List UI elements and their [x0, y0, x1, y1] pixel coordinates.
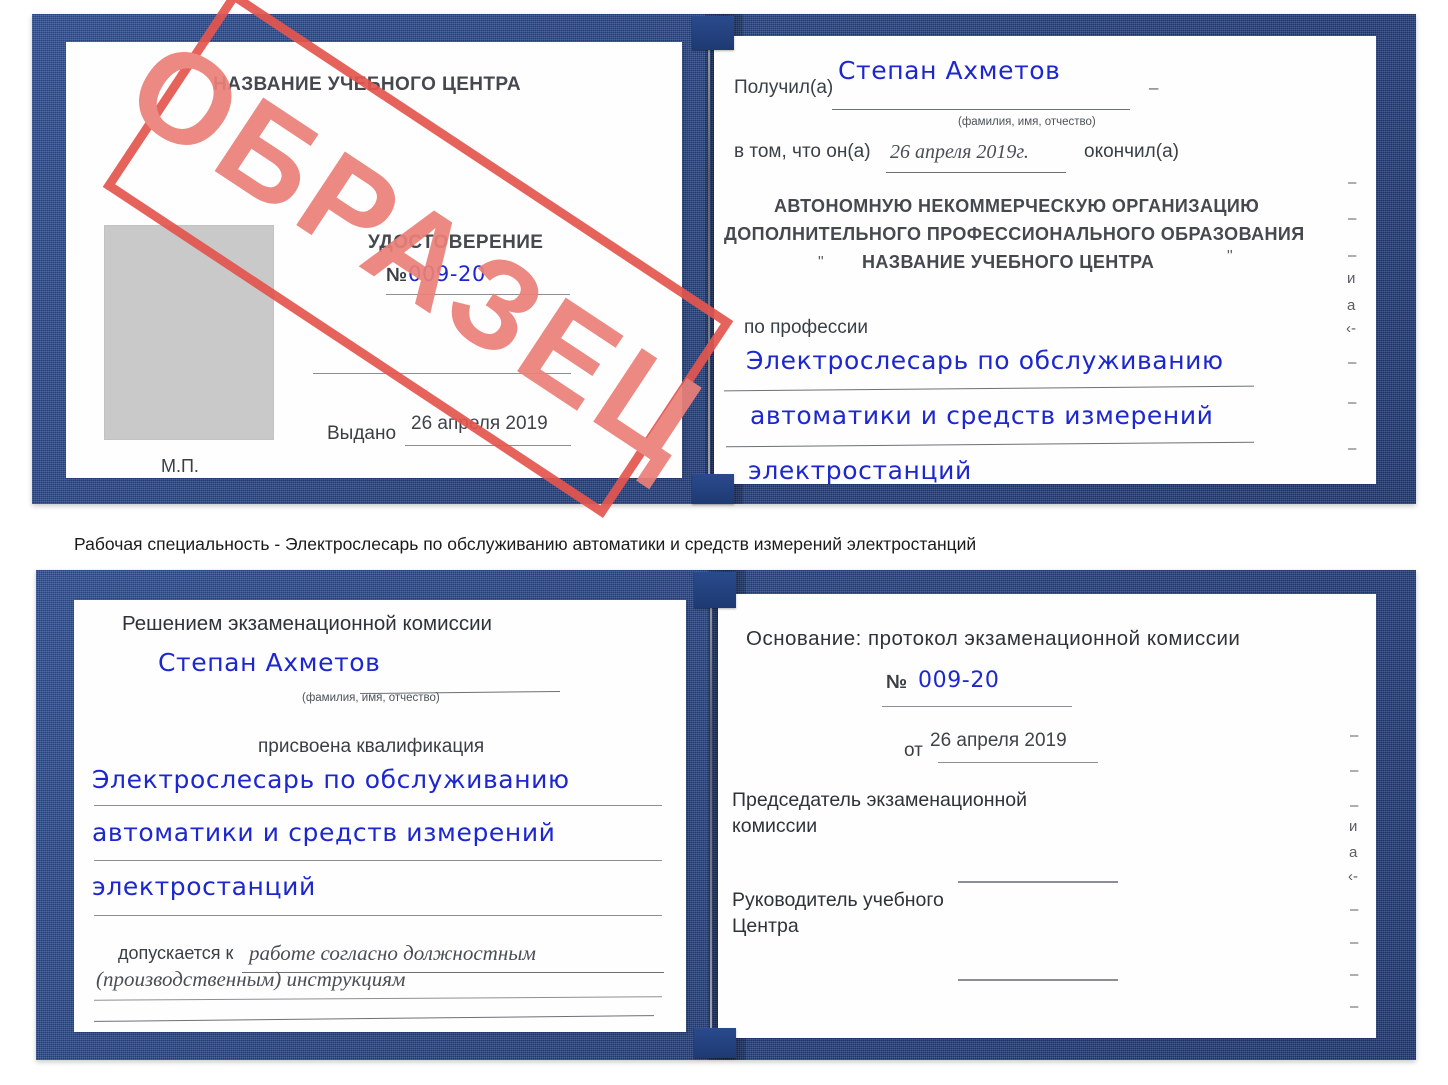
finished-label: окончил(а) — [1084, 141, 1179, 162]
margin-mark-8: – — [1348, 394, 1357, 411]
bottom-margin-mark-3: – — [1350, 797, 1359, 814]
training-center-name-top-left: НАЗВАНИЕ УЧЕБНОГО ЦЕНТРА — [213, 74, 521, 95]
margin-mark-2: – — [1348, 210, 1357, 227]
margin-mark-3: – — [1348, 247, 1357, 264]
head-line-1: Руководитель учебного — [732, 889, 944, 911]
org-line-2: ДОПОЛНИТЕЛЬНОГО ПРОФЕССИОНАЛЬНОГО ОБРАЗО… — [724, 224, 1305, 244]
qualification-rule-3 — [94, 915, 662, 916]
protocol-number-label: № — [886, 672, 908, 693]
bottom-margin-mark-5: а — [1349, 844, 1358, 861]
admitted-value-line-1: работе согласно должностным — [249, 941, 536, 965]
bottom-margin-mark-8: – — [1350, 934, 1359, 951]
head-signature-rule — [958, 979, 1118, 981]
margin-mark-6: ‹- — [1346, 320, 1356, 337]
issued-rule — [405, 445, 571, 446]
chairman-line-1: Председатель экзаменационной — [732, 789, 1028, 811]
profession-line-2: автоматики и средств измерений — [750, 401, 1214, 430]
fio-hint-top: (фамилия, имя, отчество) — [958, 116, 1096, 128]
org-quote-open: " — [818, 254, 824, 271]
margin-dash-received: – — [1149, 78, 1159, 97]
profession-line-1: Электрослесарь по обслуживанию — [746, 346, 1224, 375]
issued-label: Выдано — [327, 423, 397, 444]
qualification-line-1: Электрослесарь по обслуживанию — [92, 765, 570, 794]
bottom-margin-mark-9: – — [1350, 966, 1359, 983]
bottom-margin-mark-2: – — [1350, 762, 1359, 779]
bottom-margin-mark-4: и — [1349, 818, 1358, 835]
admitted-rule-2 — [94, 996, 662, 1001]
received-name-value: Степан Ахметов — [838, 56, 1061, 85]
bottom-spine-tab-lower — [694, 1028, 736, 1058]
blank-rule-top-left — [313, 373, 571, 374]
bottom-margin-mark-7: – — [1350, 901, 1359, 918]
screenshot-root: НАЗВАНИЕ УЧЕБНОГО ЦЕНТРА УДОСТОВЕРЕНИЕ №… — [0, 0, 1448, 1085]
bottom-margin-mark-6: ‹- — [1348, 868, 1358, 885]
margin-mark-1: – — [1348, 174, 1357, 191]
qualification-line-2: автоматики и средств измерений — [92, 818, 556, 847]
protocol-date-rule — [938, 762, 1098, 763]
chairman-signature-rule — [958, 881, 1118, 883]
admitted-rule-3 — [94, 1015, 654, 1022]
head-line-2: Центра — [732, 915, 799, 937]
document-title-udostoverenie: УДОСТОВЕРЕНИЕ — [368, 232, 544, 253]
protocol-number-value: 009-20 — [918, 668, 1000, 693]
profession-rule-1 — [724, 385, 1254, 392]
qualification-rule-1 — [94, 805, 662, 806]
number-label-top-left: № — [386, 265, 408, 286]
profession-label: по профессии — [744, 317, 868, 338]
top-spine-tab-upper — [692, 16, 734, 50]
qualification-rule-2 — [94, 860, 662, 861]
received-rule — [832, 109, 1130, 110]
admitted-label: допускается к — [118, 943, 234, 963]
margin-mark-7: – — [1348, 354, 1357, 371]
photo-placeholder — [104, 225, 274, 440]
page-caption: Рабочая специальность - Электрослесарь п… — [74, 534, 977, 554]
admitted-value-line-2: (производственным) инструкциям — [96, 967, 406, 991]
protocol-date-value: 26 апреля 2019 — [930, 730, 1067, 751]
completion-date-rule — [886, 172, 1066, 173]
seal-label-mp: М.П. — [161, 456, 199, 476]
org-line-3: НАЗВАНИЕ УЧЕБНОГО ЦЕНТРА — [862, 252, 1155, 272]
protocol-number-rule — [882, 706, 1072, 707]
issued-date-value: 26 апреля 2019 — [411, 413, 548, 434]
bottom-margin-mark-10: – — [1350, 998, 1359, 1015]
qualification-label: присвоена квалификация — [258, 736, 485, 757]
top-right-page: Получил(а) Степан Ахметов (фамилия, имя,… — [714, 36, 1376, 484]
that-he-label: в том, что он(а) — [734, 141, 871, 162]
bottom-left-page: Решением экзаменационной комиссии Степан… — [74, 600, 686, 1032]
qualification-line-3: электростанций — [92, 872, 316, 901]
bottom-right-page: Основание: протокол экзаменационной коми… — [718, 594, 1376, 1038]
chairman-line-2: комиссии — [732, 815, 818, 837]
bottom-name-value: Степан Ахметов — [158, 648, 381, 677]
decision-label: Решением экзаменационной комиссии — [122, 612, 492, 635]
top-left-page: НАЗВАНИЕ УЧЕБНОГО ЦЕНТРА УДОСТОВЕРЕНИЕ №… — [66, 42, 682, 478]
profession-line-3: электростанций — [748, 456, 972, 484]
received-label: Получил(а) — [734, 77, 834, 98]
number-rule-top-left — [386, 294, 570, 295]
protocol-date-label: от — [904, 740, 923, 761]
fio-hint-bottom: (фамилия, имя, отчество) — [302, 692, 440, 704]
bottom-spine-tab-upper — [694, 572, 736, 608]
number-value-top-left: 009-20 — [408, 262, 486, 286]
org-line-1: АВТОНОМНУЮ НЕКОММЕРЧЕСКУЮ ОРГАНИЗАЦИЮ — [774, 196, 1260, 216]
bottom-margin-mark-1: – — [1350, 727, 1359, 744]
top-spine-tab-lower — [692, 474, 734, 504]
basis-label: Основание: протокол экзаменационной коми… — [746, 627, 1241, 650]
top-spine-line — [708, 44, 710, 482]
margin-mark-9: – — [1348, 440, 1357, 457]
margin-mark-5: а — [1347, 297, 1356, 314]
profession-rule-2 — [726, 441, 1254, 448]
completion-date-value: 26 апреля 2019г. — [890, 141, 1029, 163]
org-quote-close: " — [1227, 248, 1233, 265]
margin-mark-4: и — [1347, 270, 1356, 287]
bottom-spine-line — [710, 602, 712, 1038]
